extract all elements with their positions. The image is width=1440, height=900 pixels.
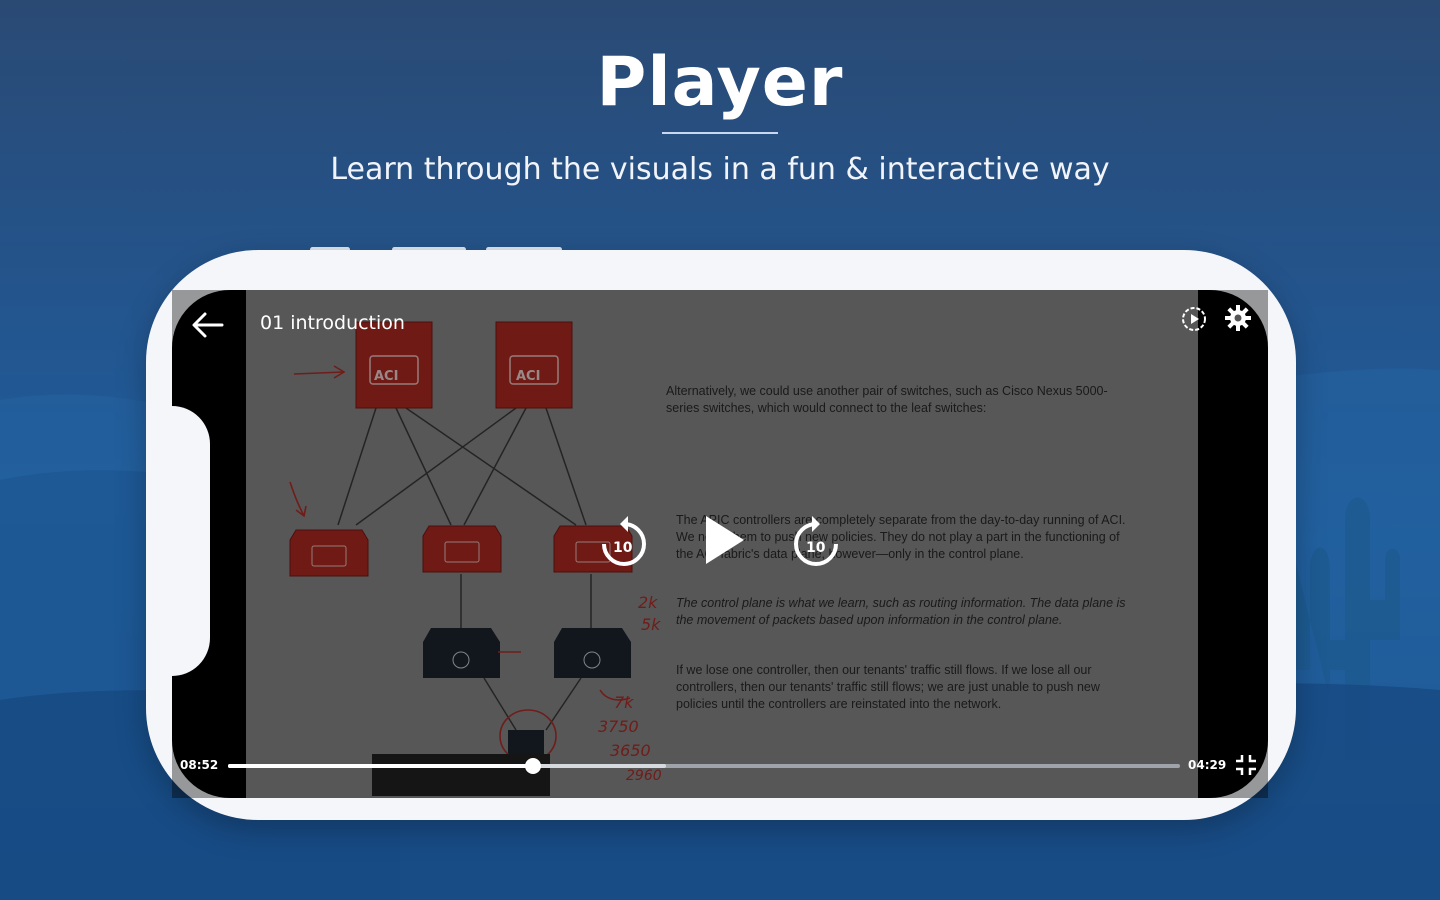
- svg-text:10: 10: [613, 540, 633, 556]
- video-title: 01 introduction: [260, 312, 405, 334]
- gear-icon[interactable]: [1224, 304, 1252, 336]
- rewind-10-icon[interactable]: 10: [598, 512, 650, 574]
- back-arrow-icon[interactable]: [190, 310, 224, 344]
- exit-fullscreen-icon[interactable]: [1234, 753, 1258, 781]
- header: Player Learn through the visuals in a fu…: [0, 40, 1440, 187]
- speed-icon[interactable]: [1180, 305, 1208, 337]
- svg-text:10: 10: [806, 540, 826, 556]
- progress-played: [228, 764, 533, 768]
- title-divider: [662, 132, 778, 134]
- duration-time: 04:29: [1188, 758, 1227, 772]
- page-title: Player: [596, 43, 844, 122]
- current-time: 08:52: [180, 758, 219, 772]
- phone-notch: [172, 406, 210, 676]
- forward-10-icon[interactable]: 10: [790, 512, 842, 574]
- play-icon[interactable]: [702, 512, 748, 572]
- page-subtitle: Learn through the visuals in a fun & int…: [330, 152, 1110, 187]
- progress-knob[interactable]: [525, 758, 541, 774]
